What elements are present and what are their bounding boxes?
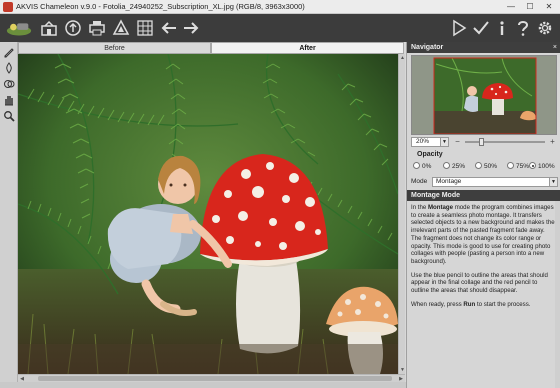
apply-button[interactable] <box>470 17 492 39</box>
horizontal-scrollbar[interactable]: ◀ ▶ <box>18 374 405 382</box>
opacity-option-0[interactable]: 0% <box>413 162 431 171</box>
upload-icon <box>65 20 81 36</box>
vertical-scrollbar[interactable]: ▲ ▼ <box>398 54 405 374</box>
mode-row: Mode Montage ▼ <box>411 177 558 187</box>
help-paragraph: Use the blue pencil to outline the areas… <box>411 271 548 295</box>
forward-arrow-icon <box>184 22 199 34</box>
radio-selected-icon[interactable] <box>529 162 536 169</box>
red-pencil-tool[interactable] <box>2 61 16 75</box>
collage-button[interactable] <box>134 17 156 39</box>
close-button[interactable]: ✕ <box>540 1 558 12</box>
navigator-header: Navigator × <box>407 42 560 53</box>
navigator-preview[interactable] <box>411 55 557 135</box>
info-button[interactable] <box>491 17 513 39</box>
minimize-button[interactable]: — <box>502 1 520 12</box>
app-window: AKVIS Chameleon v.9.0 - Fotolia_24940252… <box>0 0 560 388</box>
radio-icon[interactable] <box>507 162 514 169</box>
window-title: AKVIS Chameleon v.9.0 - Fotolia_24940252… <box>16 2 305 11</box>
horizontal-scroll-thumb[interactable] <box>38 376 392 381</box>
share-button[interactable] <box>110 17 132 39</box>
scroll-down-arrow-icon[interactable]: ▼ <box>399 366 406 374</box>
collage-grid-icon <box>137 20 153 36</box>
radio-icon[interactable] <box>443 162 450 169</box>
zoom-dropdown-arrow-icon[interactable]: ▼ <box>441 137 449 147</box>
mode-label: Mode <box>411 178 428 185</box>
run-icon <box>453 19 467 37</box>
help-icon <box>518 21 529 36</box>
help-title: Montage Mode <box>407 190 560 201</box>
opacity-option-50[interactable]: 50% <box>475 162 497 171</box>
settings-panel: Navigator × 20% ▼ − + Opacity 0% 25% 50%… <box>406 42 560 388</box>
zoom-slider-knob[interactable] <box>479 138 484 146</box>
tab-before[interactable]: Before <box>18 42 211 54</box>
opacity-label: Opacity <box>417 151 443 158</box>
collage-photo <box>18 54 398 374</box>
help-paragraph: When ready, press Run to start the proce… <box>411 300 531 308</box>
navigator-close-icon[interactable]: × <box>553 42 557 53</box>
zoom-controls: 20% ▼ − + <box>411 137 557 147</box>
zoom-icon <box>4 111 15 122</box>
opacity-option-100[interactable]: 100% <box>529 162 555 171</box>
help-text: In the Montage mode the program combines… <box>411 204 555 374</box>
triangle-icon <box>112 19 130 35</box>
save-button[interactable] <box>62 17 84 39</box>
zoom-out-button[interactable]: − <box>453 137 462 147</box>
zoom-in-button[interactable]: + <box>548 137 557 147</box>
panel-scrollbar[interactable] <box>555 201 560 388</box>
toolbar <box>0 14 560 42</box>
home-button[interactable] <box>4 17 34 39</box>
zoom-value-field[interactable]: 20% <box>411 137 441 147</box>
app-logo-icon <box>3 2 13 12</box>
view-tabs: Before After <box>18 42 404 54</box>
hand-tool[interactable] <box>2 93 16 107</box>
mode-dropdown-arrow-icon[interactable]: ▼ <box>550 177 558 187</box>
undo-button[interactable] <box>158 17 180 39</box>
tab-after[interactable]: After <box>211 42 404 54</box>
image-canvas[interactable] <box>18 54 398 374</box>
zoom-slider[interactable] <box>465 141 545 143</box>
back-arrow-icon <box>161 22 176 34</box>
zoom-tool[interactable] <box>2 109 16 123</box>
chameleon-tool[interactable] <box>2 77 16 91</box>
help-paragraph: In the Montage mode the program combines… <box>411 204 555 265</box>
print-icon <box>89 21 105 36</box>
open-image-icon <box>41 20 57 36</box>
open-image-button[interactable] <box>38 17 60 39</box>
chameleon-icon <box>4 80 15 88</box>
redo-button[interactable] <box>180 17 202 39</box>
navigator-thumbnail <box>412 56 556 134</box>
navigator-title: Navigator <box>411 44 444 51</box>
run-button[interactable] <box>448 17 470 39</box>
blue-pencil-tool[interactable] <box>2 45 16 59</box>
apply-icon <box>473 21 489 35</box>
help-button[interactable] <box>512 17 534 39</box>
scroll-up-arrow-icon[interactable]: ▲ <box>399 54 406 62</box>
info-icon <box>500 21 504 35</box>
mode-select[interactable]: Montage <box>432 177 550 187</box>
title-bar: AKVIS Chameleon v.9.0 - Fotolia_24940252… <box>0 0 560 14</box>
home-icon <box>6 23 32 36</box>
settings-icon <box>538 21 552 35</box>
radio-icon[interactable] <box>413 162 420 169</box>
tool-strip <box>0 42 18 388</box>
maximize-button[interactable]: ☐ <box>521 1 539 12</box>
radio-icon[interactable] <box>475 162 482 169</box>
opacity-option-75[interactable]: 75% <box>507 162 529 171</box>
hand-icon <box>5 96 13 106</box>
opacity-section: Opacity 0% 25% 50% 75% 100% <box>411 151 557 175</box>
blue-pencil-icon <box>4 48 14 58</box>
settings-button[interactable] <box>534 17 556 39</box>
red-pencil-icon <box>6 62 12 74</box>
print-button[interactable] <box>86 17 108 39</box>
opacity-option-25[interactable]: 25% <box>443 162 465 171</box>
